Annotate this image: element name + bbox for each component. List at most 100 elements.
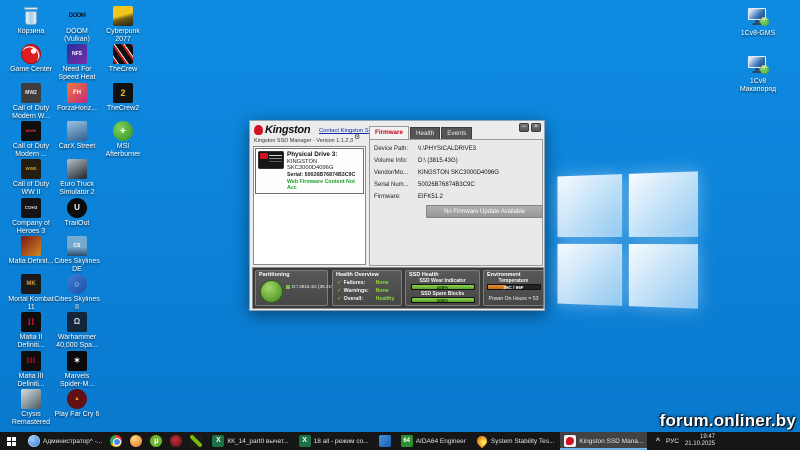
chrome-icon [110, 435, 122, 447]
start-button[interactable] [0, 432, 22, 450]
device-serial: Serial: 50026B76874B3C9C [287, 172, 361, 178]
field-value: 50026B76874B3C9C [418, 182, 475, 194]
desktop-icon-label: Call of Duty Modern W... [8, 105, 54, 121]
desktop-icon-trailout[interactable]: UTrailOut [54, 198, 100, 228]
desktop-icon-msi-afterburner[interactable]: ✈MSI Afterburner [100, 121, 146, 159]
quicklaunch-chrome[interactable] [106, 432, 126, 450]
desktop-icon-need-for-speed-heat[interactable]: NFSNeed For Speed Heat [54, 44, 100, 82]
need-for-speed-heat-icon: NFS [67, 44, 87, 64]
nvidia-icon [190, 435, 202, 447]
desktop-icon-label: Play Far Cry 6 [54, 411, 100, 419]
desktop-icon-label: 1Cv8-GMS [735, 30, 781, 38]
taskbar-button-kingston-ssd-mana[interactable]: Kingston SSD Mana... [560, 432, 647, 450]
device-item[interactable]: Physical Drive 3: KINGSTON SKC3000D4096G… [255, 148, 364, 194]
monitor1c-icon: 1С [747, 8, 769, 28]
desktop-icon-call-of-duty-modern[interactable]: MWIIICall of Duty Modern ... [8, 121, 54, 159]
tray-chevron-icon[interactable]: ^ [656, 438, 660, 445]
mafia-definit-icon [21, 236, 41, 256]
desktop-icon-carx-street[interactable]: CarX Street [54, 121, 100, 151]
kingston-icon [564, 435, 576, 447]
device-list[interactable]: Physical Drive 3: KINGSTON SKC3000D4096G… [253, 146, 366, 265]
mortal-kombat-11-icon: MK [21, 274, 41, 294]
desktop-icon-forzahoriz[interactable]: FH ForzaHoriz... [54, 83, 100, 113]
taskbar-button-aida64-engineer[interactable]: 64AIDA64 Engineer [397, 432, 470, 450]
desktop-icon-1cv8-макапоряд[interactable]: 1С1Cv8 Макапоряд [735, 56, 781, 94]
desktop-icon-mafia-iii-definiti[interactable]: IIIMafia III Definiti... [8, 351, 54, 389]
watermark: forum.onliner.by [660, 411, 796, 431]
settings-gear-icon[interactable]: ⚙ [354, 133, 360, 141]
taskbar-items: Администратор^ -... µ XКК_14_part0 вычет..… [0, 432, 647, 450]
forzahoriz-icon: FH [67, 83, 87, 103]
desktop-icon-thecrew2[interactable]: 2TheCrew2 [100, 83, 146, 113]
kingston-logo: Kingston [254, 124, 310, 136]
desktop-icon-thecrew[interactable]: TheCrew [100, 44, 146, 74]
health-row: ✓Warnings:None [337, 288, 389, 294]
desktop-icon-cities-skylines-ii[interactable]: ○Cities Skylines II [54, 274, 100, 312]
tray-date: 21.10.2025 [685, 441, 715, 448]
desktop-icon-1cv8-gms[interactable]: 1С 1Cv8-GMS [735, 8, 781, 38]
desktop-icon-label: Mafia II Definiti... [8, 334, 54, 350]
taskbar-button-system-stability-tes[interactable]: System Stability Tes... [472, 432, 558, 450]
tab-firmware[interactable]: Firmware [369, 126, 409, 139]
environment-panel: Environment Temperature 36C / 96F Power … [483, 270, 544, 306]
excel-icon: X [212, 435, 224, 447]
desktop-icon-play-far-cry-6[interactable]: ▲Play Far Cry 6 [54, 389, 100, 419]
desktop-icon-label: TrailOut [54, 220, 100, 228]
desktop-icon-label: ForzaHoriz... [54, 105, 100, 113]
clock[interactable]: 19:47 21.10.2025 [685, 434, 715, 448]
desktop-icon-cyberpunk-2077[interactable]: Cyberpunk 2077 [100, 6, 146, 44]
taskbar-button-bluedoc[interactable] [375, 432, 395, 450]
utorrent-icon: µ [150, 435, 162, 447]
recycle-icon [23, 6, 39, 26]
desktop-icon-euro-truck-simulator-2[interactable]: Euro Truck Simulator 2 [54, 159, 100, 197]
quicklaunch-orange[interactable] [126, 432, 146, 450]
firmware-update-button[interactable]: No Firmware Update Available [426, 205, 543, 218]
taskbar-button-кк-14-part0-вычет[interactable]: XКК_14_part0 вычет... [208, 432, 292, 450]
desktop-icon-call-of-duty-modern-w[interactable]: MW2Call of Duty Modern W... [8, 83, 54, 121]
wear-indicator-value: 100% [412, 285, 474, 289]
desktop-icon-call-of-duty-ww-ii[interactable]: WWIICall of Duty WW II [8, 159, 54, 197]
desktop-icon-warhammer-40-000-spa[interactable]: ΩWarhammer 40,000 Spa... [54, 312, 100, 350]
desktop-icon-mafia-ii-definiti[interactable]: IIMafia II Definiti... [8, 312, 54, 350]
desktop-icon-mortal-kombat-11[interactable]: MK Mortal Kombat 11 [8, 274, 54, 312]
tab-health[interactable]: Health [410, 127, 440, 139]
status-strip: Partitioning D:\ 3815.4G (35.21%) Health… [252, 267, 544, 309]
quicklaunch-nvidia[interactable] [186, 432, 206, 450]
cyberpunk-2077-icon [113, 6, 133, 26]
check-icon: ✓ [337, 280, 342, 286]
desktop-icon-корзина[interactable]: Корзина [8, 6, 54, 36]
desktop-icon-crysis-remastered[interactable]: Crysis Remastered [8, 389, 54, 427]
desktop-icon-marvels-spider-m[interactable]: ✶Marvels Spider-M... [54, 351, 100, 389]
close-button[interactable]: × [531, 123, 541, 132]
desktop-icon-doom-vulkan[interactable]: DOOMDOOM (Vulkan) [54, 6, 100, 44]
redapp-icon [170, 435, 182, 447]
temperature-value: 36C / 96F [488, 285, 540, 289]
desktop-icon-label: Mortal Kombat 11 [8, 296, 54, 312]
desktop-icon-game-center[interactable]: Game Center [8, 44, 54, 74]
device-info: Physical Drive 3: KINGSTON SKC3000D4096G… [287, 151, 361, 191]
desktop-icon-mafia-definit[interactable]: Mafia Definit... [8, 236, 54, 266]
taskbar-button-label: System Stability Tes... [491, 438, 554, 445]
power-on-hours: Power On Hours = 53 [484, 296, 543, 302]
taskbar-button-18-all-режим-со[interactable]: X18 all - режим со... [295, 432, 373, 450]
minimize-button[interactable]: – [519, 123, 529, 132]
field-value: KINGSTON SKC3000D4096G [418, 170, 499, 182]
orange-icon [130, 435, 142, 447]
taskbar-button-label: 18 all - режим со... [314, 438, 369, 445]
check-icon: ✓ [337, 288, 342, 294]
tray-time: 19:47 [685, 434, 715, 441]
quicklaunch-utorrent[interactable]: µ [146, 432, 166, 450]
desktop-icon-label: Marvels Spider-M... [54, 373, 100, 389]
language-indicator[interactable]: РУС [666, 438, 679, 445]
msi-afterburner-icon: ✈ [113, 121, 133, 141]
excel-icon: X [299, 435, 311, 447]
taskbar-button-администратор[interactable]: Администратор^ -... [24, 432, 106, 450]
desktop-icon-cities-skylines-de[interactable]: CSCities Skylines DE [54, 236, 100, 274]
tab-events[interactable]: Events [441, 127, 472, 139]
desktop-icon-label: Crysis Remastered [8, 411, 54, 427]
desktop-icon-label: 1Cv8 Макапоряд [735, 78, 781, 94]
desktop-icon-company-of-heroes-3[interactable]: COH3Company of Heroes 3 [8, 198, 54, 236]
thecrew2-icon: 2 [113, 83, 133, 103]
quicklaunch-redapp[interactable] [166, 432, 186, 450]
kingston-ssd-manager-window: Kingston Contact Kingston Support Kingst… [249, 120, 545, 311]
